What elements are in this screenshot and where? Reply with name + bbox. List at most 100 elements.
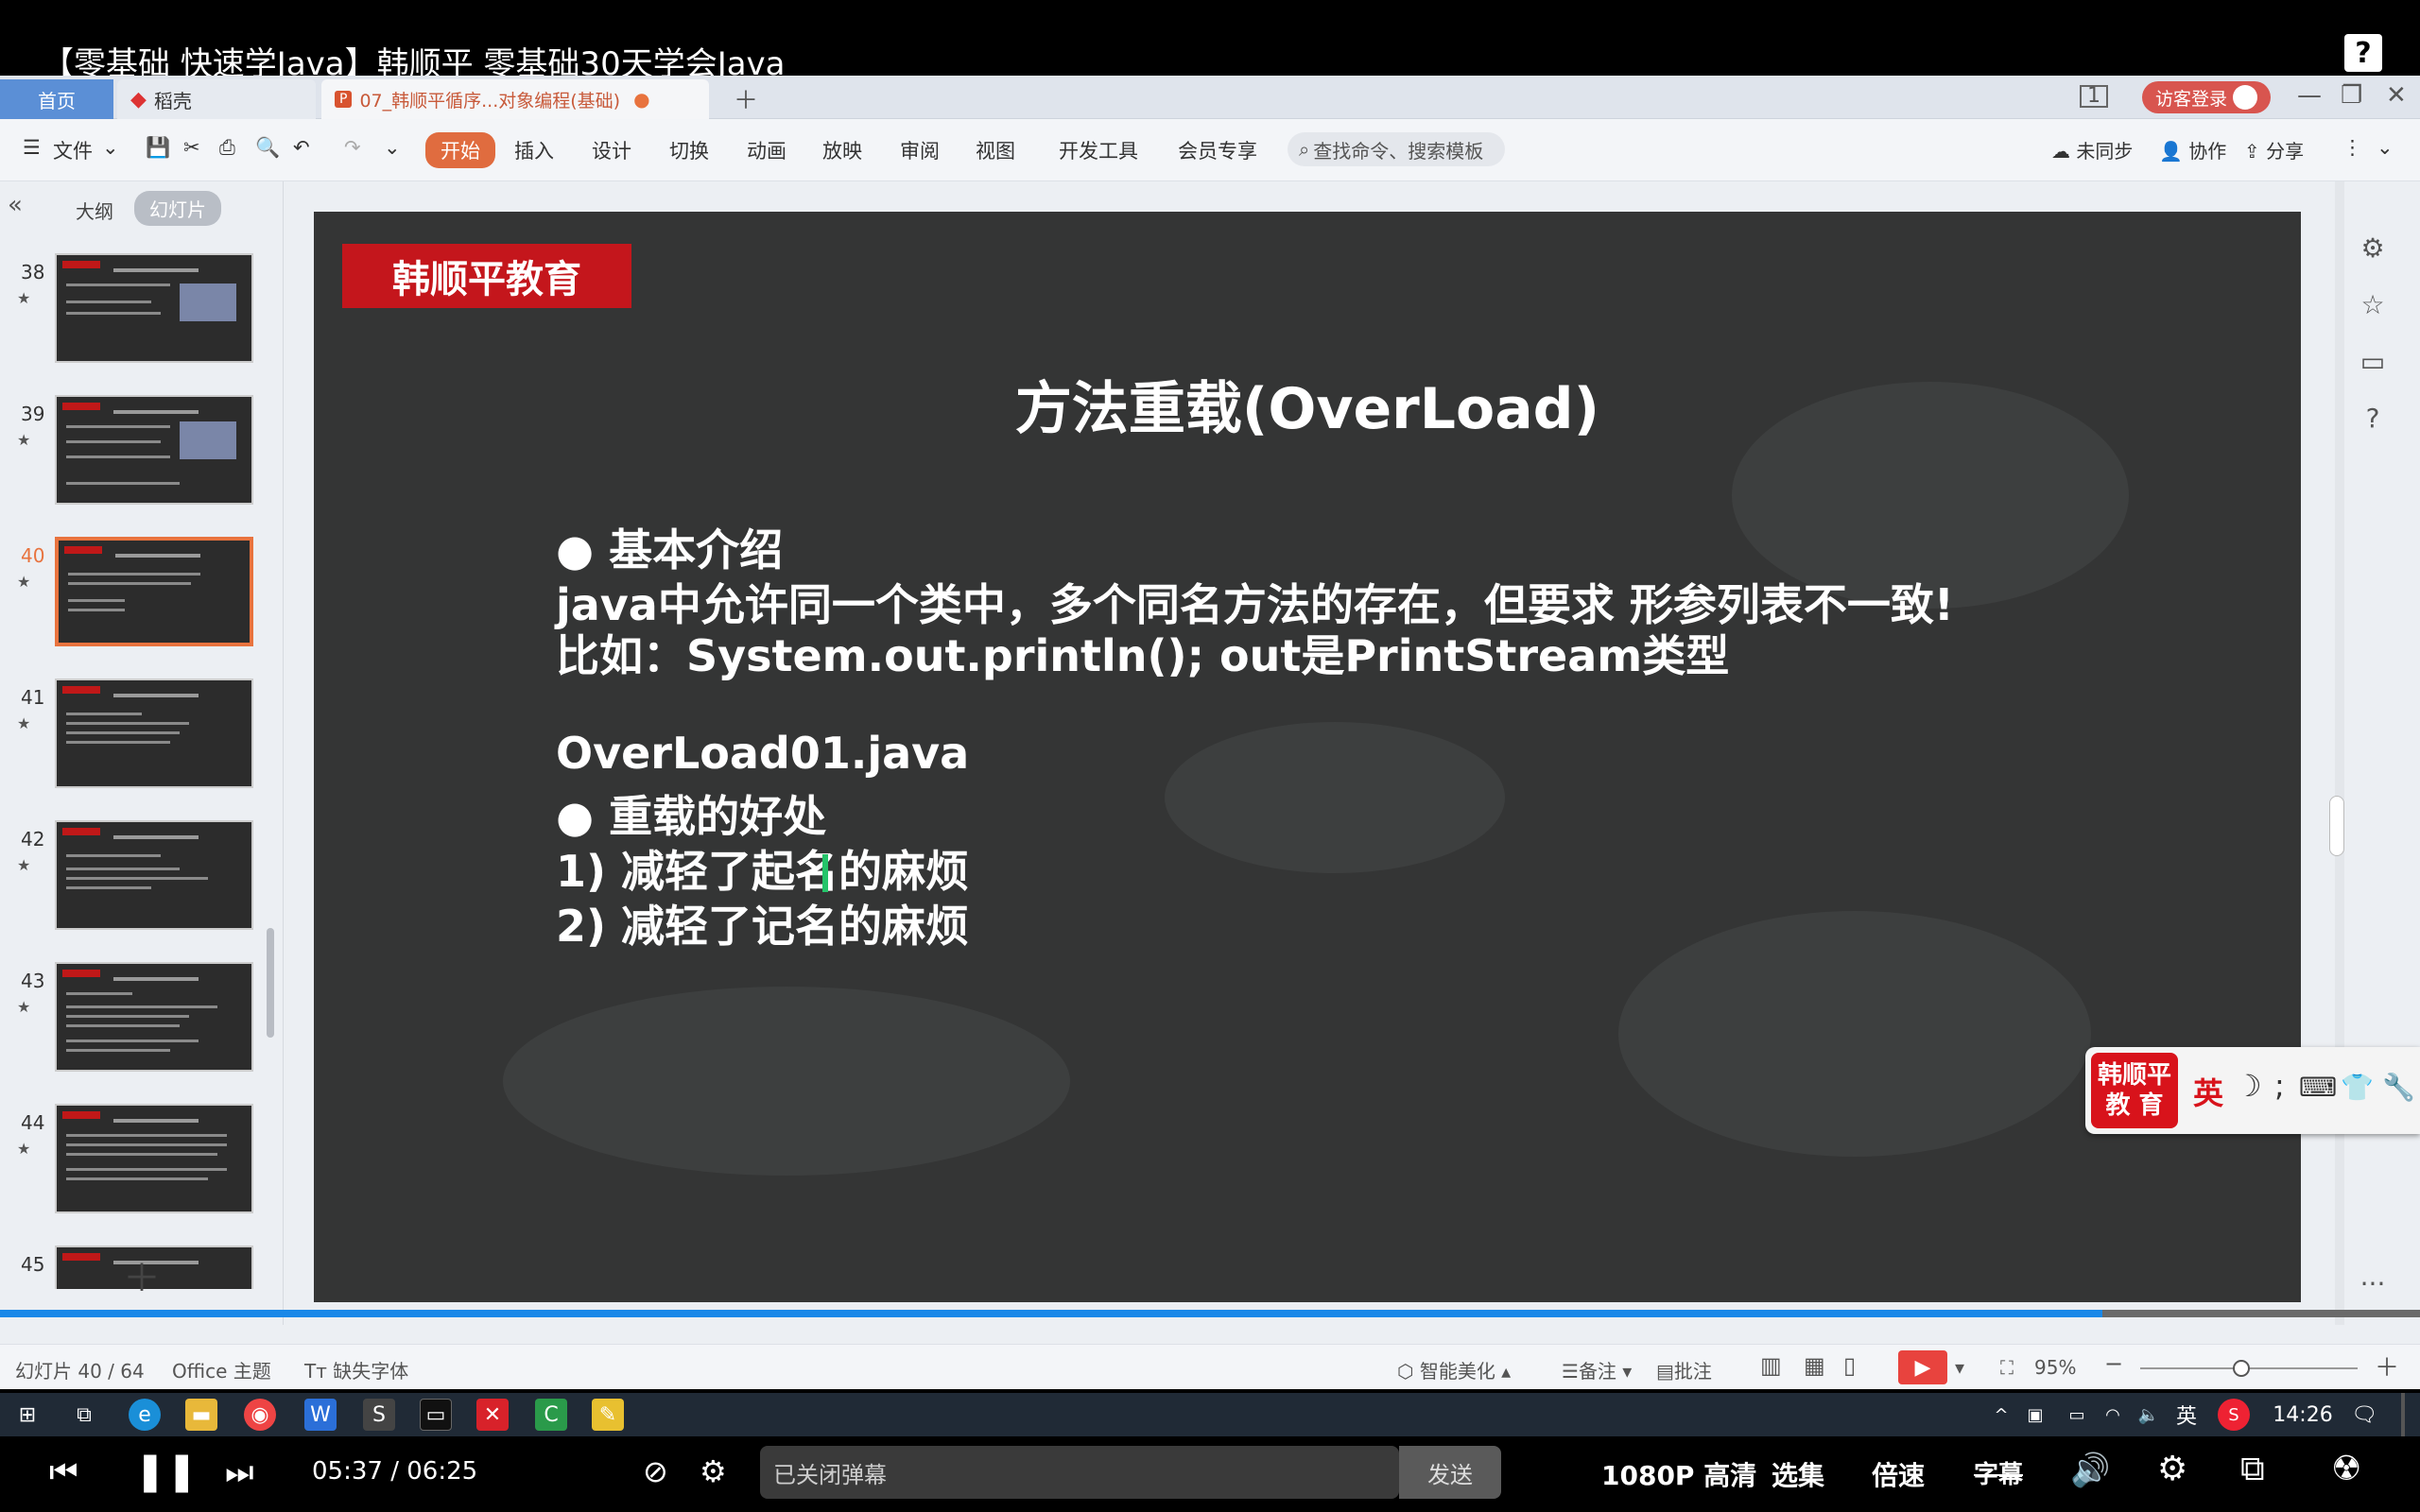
tray-app-icon[interactable]: ▣ (2019, 1399, 2051, 1431)
help-circle-icon[interactable]: ? (2354, 399, 2392, 437)
login-button[interactable]: 访客登录 (2142, 81, 2271, 113)
zoom-level[interactable]: 95% (2034, 1356, 2076, 1379)
skin-icon[interactable]: 👕 (2341, 1072, 2374, 1103)
collab-button[interactable]: 👤 协作 (2159, 136, 2226, 163)
zoom-in-button[interactable]: ＋ (2375, 1349, 2399, 1383)
slide-thumbnail[interactable]: 39 ★ (0, 391, 284, 524)
terminal-icon[interactable]: ▭ (420, 1399, 452, 1431)
picture-in-picture-icon[interactable]: ⧉ (2240, 1450, 2265, 1489)
show-desktop-button[interactable] (2401, 1393, 2405, 1436)
tab-document[interactable]: P 07_韩顺平循序...对象编程(基础) ● (321, 79, 709, 119)
panel-scrollbar[interactable] (267, 928, 274, 1038)
slide-thumbnail[interactable]: 41 ★ (0, 675, 284, 807)
window-layout-icon[interactable]: 1 (2080, 85, 2108, 108)
danmu-input[interactable]: 已关闭弹幕 (760, 1446, 1399, 1499)
moon-icon[interactable]: ☽ (2235, 1068, 2262, 1104)
ime-language[interactable]: 英 (2193, 1070, 2223, 1113)
restore-button[interactable]: ❐ (2341, 81, 2362, 110)
slide-thumbnail[interactable]: 42 ★ (0, 816, 284, 949)
file-explorer-icon[interactable]: ▬ (185, 1399, 217, 1431)
more-icon[interactable]: ⋮ (2342, 136, 2362, 159)
speed-button[interactable]: 倍速 (1872, 1455, 1925, 1493)
print-icon[interactable]: ⎙ (219, 136, 235, 160)
format-painter-icon[interactable]: ✂ (183, 136, 200, 159)
quality-button[interactable]: 1080P 高清 (1601, 1455, 1756, 1493)
episodes-button[interactable]: 选集 (1772, 1455, 1824, 1493)
slide-thumbnail[interactable]: 43 ★ (0, 958, 284, 1091)
fit-window-icon[interactable]: ⛶ (2000, 1356, 2014, 1379)
ime-toolbar[interactable]: 韩顺平 教 育 英 ☽ ; ⌨ 👕 🔧 (2085, 1047, 2420, 1134)
zoom-slider-thumb[interactable] (2233, 1360, 2250, 1377)
chevron-down-icon[interactable]: ⌄ (102, 136, 119, 159)
star-icon[interactable]: ☆ (2354, 285, 2392, 323)
new-tab-button[interactable]: ＋ (734, 81, 758, 116)
tab-slides[interactable]: 幻灯片 (134, 191, 221, 226)
menu-switch[interactable]: 切换 (669, 136, 709, 164)
redo-icon[interactable]: ↷ (344, 136, 361, 159)
danmu-toggle-icon[interactable]: ⊘ (643, 1453, 668, 1489)
tab-outline[interactable]: 大纲 (76, 197, 113, 224)
theme-name[interactable]: Office 主题 (172, 1356, 271, 1383)
slide-canvas[interactable]: 韩顺平教育 方法重载(OverLoad) ● 基本介绍 java中允许同一个类中… (314, 212, 2301, 1302)
video-progress-remaining[interactable] (2102, 1310, 2420, 1317)
sogou-icon[interactable]: S (2218, 1399, 2250, 1431)
slide-thumbnail[interactable]: 44 ★ (0, 1100, 284, 1232)
notification-icon[interactable]: 🗨 (2348, 1399, 2380, 1431)
video-progress-bar[interactable] (0, 1310, 2102, 1317)
command-search-input[interactable]: ⌕ 查找命令、搜索模板 (1288, 132, 1505, 166)
slide-thumbnail-selected[interactable]: 40 ★ (0, 533, 284, 665)
collapse-ribbon-icon[interactable]: ⌄ (2377, 136, 2394, 159)
task-view-icon[interactable]: ⧉ (68, 1399, 100, 1431)
xmind-icon[interactable]: ✕ (476, 1399, 509, 1431)
fullscreen-icon[interactable]: ☢ (2331, 1450, 2361, 1488)
app-c-icon[interactable]: C (535, 1399, 567, 1431)
danmu-settings-icon[interactable]: ⚙ (700, 1453, 727, 1489)
volume-icon[interactable]: 🔊 (2070, 1452, 2110, 1489)
close-button[interactable]: ✕ (2386, 81, 2407, 110)
ime-lang-indicator[interactable]: 英 (2170, 1399, 2203, 1431)
minimize-button[interactable]: — (2297, 81, 2322, 110)
play-slideshow-button[interactable]: ▶ (1898, 1350, 1947, 1384)
menu-icon[interactable]: ☰ (23, 136, 41, 159)
slideshow-dropdown-icon[interactable]: ▾ (1955, 1356, 1964, 1379)
more-chevron-icon[interactable]: ⌄ (384, 136, 401, 159)
help-icon[interactable]: ? (2344, 34, 2382, 72)
sublime-icon[interactable]: S (363, 1399, 395, 1431)
chrome-icon[interactable]: ◉ (244, 1399, 276, 1431)
next-icon[interactable]: ⏭ (225, 1453, 254, 1491)
keyboard-icon[interactable]: ⌨ (2299, 1072, 2337, 1103)
punctuation-icon[interactable]: ; (2274, 1068, 2285, 1104)
menu-start[interactable]: 开始 (425, 132, 495, 168)
undo-icon[interactable]: ↶ (293, 136, 310, 159)
save-icon[interactable]: 💾 (146, 136, 170, 160)
subtitle-button[interactable]: 字幕 (1974, 1455, 2023, 1490)
beautify-button[interactable]: ⬡ 智能美化 ▴ (1397, 1356, 1511, 1383)
wrench-icon[interactable]: 🔧 (2382, 1072, 2415, 1103)
print-preview-icon[interactable]: 🔍 (255, 136, 280, 160)
grid-view-icon[interactable]: ▦ (1804, 1352, 1825, 1379)
properties-icon[interactable]: ⚙ (2354, 229, 2392, 266)
menu-devtools[interactable]: 开发工具 (1059, 136, 1138, 164)
menu-view[interactable]: 视图 (976, 136, 1015, 164)
edge-icon[interactable]: e (129, 1399, 161, 1431)
tab-daoke[interactable]: ◆ 稻壳 (117, 79, 316, 119)
missing-font-button[interactable]: Tт 缺失字体 (304, 1356, 408, 1383)
tab-home[interactable]: 首页 (0, 79, 113, 119)
normal-view-icon[interactable]: ▥ (1760, 1352, 1782, 1379)
collapse-panel-icon[interactable]: « (8, 191, 23, 219)
reading-view-icon[interactable]: ▯ (1843, 1352, 1856, 1379)
comment-button[interactable]: ▤批注 (1656, 1356, 1712, 1383)
more-dots-icon[interactable]: ··· (2354, 1264, 2392, 1302)
notepad-icon[interactable]: ✎ (592, 1399, 624, 1431)
battery-icon[interactable]: ▭ (2061, 1399, 2093, 1431)
previous-icon[interactable]: ⏮ (49, 1453, 78, 1491)
pause-icon[interactable]: ❚❚ (134, 1450, 198, 1493)
menu-slideshow[interactable]: 放映 (822, 136, 862, 164)
sync-status[interactable]: ☁ 未同步 (2051, 136, 2133, 163)
wps-writer-icon[interactable]: W (304, 1399, 337, 1431)
transition-icon[interactable]: ▭ (2354, 342, 2392, 380)
share-button[interactable]: ⇪ 分享 (2244, 136, 2304, 163)
windows-start-icon[interactable]: ⊞ (11, 1399, 43, 1431)
wifi-icon[interactable]: ◠ (2097, 1399, 2129, 1431)
menu-animation[interactable]: 动画 (747, 136, 786, 164)
